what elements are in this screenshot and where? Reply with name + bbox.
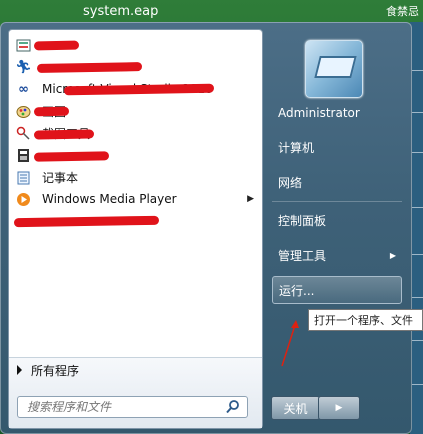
redaction-mark <box>33 151 110 162</box>
submenu-arrow-icon: ▶ <box>389 250 396 260</box>
redaction-mark <box>33 129 95 140</box>
right-item-label: 控制面板 <box>278 213 327 228</box>
shutdown-button[interactable]: 关机 <box>271 396 320 420</box>
notepad-icon <box>15 169 32 186</box>
app-icon <box>15 147 32 164</box>
program-item-4[interactable]: 画图 <box>9 100 262 122</box>
window-title: system.eap <box>83 4 159 19</box>
shutdown-label: 关机 <box>283 401 308 416</box>
start-menu: 🏃︎ ∞ Microsoft Visual Studio 2010 画图 截图工… <box>0 22 412 434</box>
tooltip-text: 打开一个程序、文件 <box>314 314 413 327</box>
programs-pane: 🏃︎ ∞ Microsoft Visual Studio 2010 画图 截图工… <box>8 29 263 429</box>
right-item-label: 网络 <box>278 175 303 190</box>
right-item-administrator[interactable]: Administrator <box>272 99 402 127</box>
program-item-6[interactable] <box>9 144 262 166</box>
redaction-mark <box>33 106 70 117</box>
right-item-run[interactable]: 运行... <box>272 276 402 304</box>
program-label: Windows Media Player <box>42 192 177 206</box>
redaction-mark <box>33 40 80 51</box>
right-item-control-panel[interactable]: 控制面板 <box>272 206 402 234</box>
search-icon[interactable] <box>225 399 241 415</box>
program-item-notepad[interactable]: 记事本 <box>9 166 262 188</box>
right-item-label: 管理工具 <box>278 248 327 263</box>
run-figure-icon: 🏃︎ <box>15 59 32 75</box>
snipping-tool-icon <box>15 125 32 142</box>
redaction-mark <box>36 62 143 73</box>
submenu-arrow-icon: ▶ <box>247 194 254 204</box>
window-title-right: 食禁忌 <box>386 5 419 18</box>
paint-icon <box>15 103 32 120</box>
right-item-network[interactable]: 网络 <box>272 168 402 196</box>
program-item-1[interactable] <box>9 34 262 56</box>
annotation-arrow-icon <box>281 320 299 367</box>
right-item-label: Administrator <box>278 106 360 120</box>
redaction-mark <box>13 215 160 228</box>
expand-arrow-icon <box>17 365 22 375</box>
right-item-label: 运行... <box>279 283 315 298</box>
media-player-icon <box>15 191 32 208</box>
program-item-5[interactable]: 截图工具 <box>9 122 262 144</box>
shutdown-options-button[interactable]: ▶ <box>318 396 360 420</box>
chevron-right-icon: ▶ <box>335 403 343 413</box>
visual-studio-icon: ∞ <box>18 81 29 97</box>
separator <box>272 201 402 202</box>
window-title-bar: system.eap 食禁忌 <box>60 0 423 22</box>
app-icon <box>15 37 32 54</box>
right-item-label: 计算机 <box>278 140 315 155</box>
program-item-media-player[interactable]: Windows Media Player ▶ <box>9 188 262 210</box>
program-item-9[interactable] <box>9 210 262 232</box>
right-item-computer[interactable]: 计算机 <box>272 133 402 161</box>
run-tooltip: 打开一个程序、文件 <box>308 309 423 331</box>
all-programs-label: 所有程序 <box>31 363 80 378</box>
program-label: 记事本 <box>42 170 79 185</box>
right-item-admin-tools[interactable]: 管理工具 ▶ <box>272 241 402 269</box>
program-item-2[interactable]: 🏃︎ <box>9 56 262 78</box>
search-input[interactable] <box>25 399 219 415</box>
program-item-3[interactable]: ∞ Microsoft Visual Studio 2010 <box>9 78 262 100</box>
monitor-icon <box>314 56 357 78</box>
user-picture[interactable] <box>305 40 363 98</box>
all-programs-button[interactable]: 所有程序 <box>17 360 79 380</box>
search-box[interactable] <box>17 396 248 418</box>
